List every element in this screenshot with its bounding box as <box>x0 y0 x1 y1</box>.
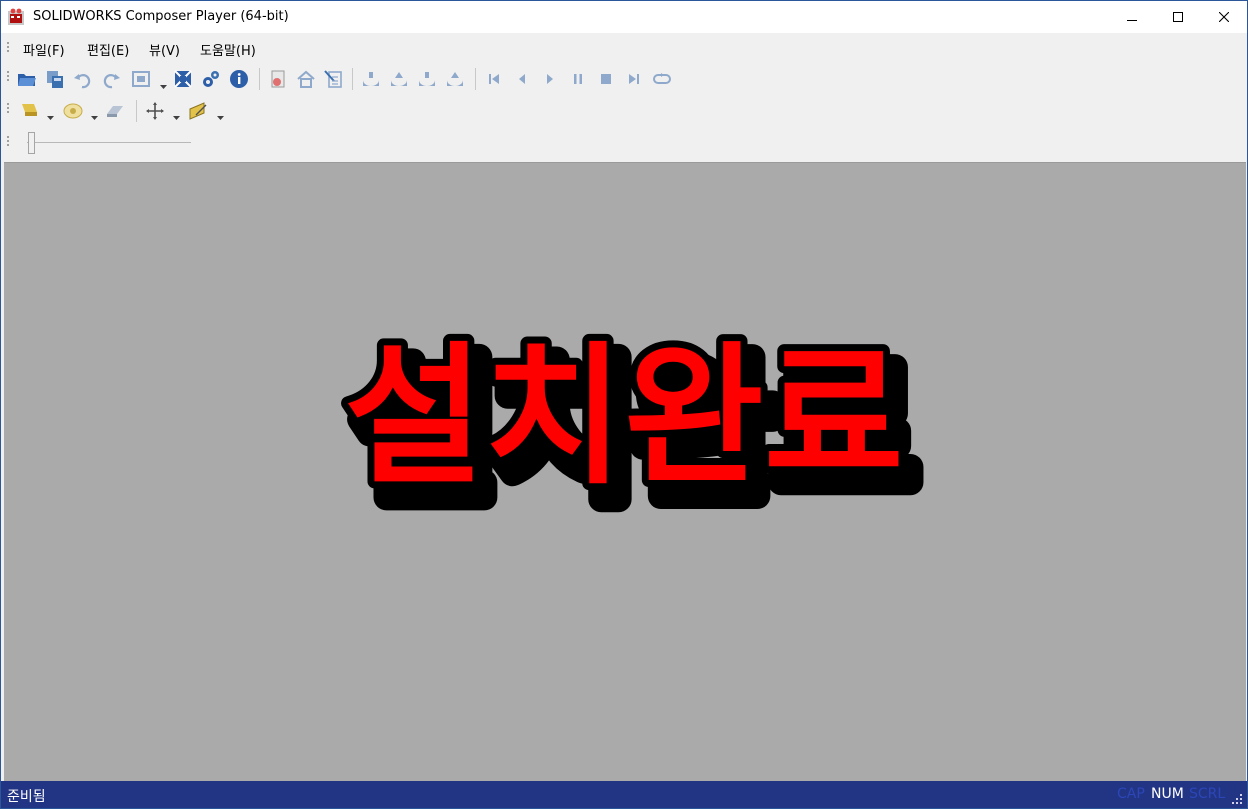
plane-dropdown-arrow[interactable] <box>217 109 224 120</box>
loop-icon[interactable] <box>652 69 672 89</box>
menu-bar: 파일(F) 편집(E) 뷰(V) 도움말(H) <box>1 34 1247 61</box>
eye-view-icon[interactable] <box>63 101 83 121</box>
toolbar-separator <box>475 68 476 90</box>
first-frame-icon[interactable] <box>484 69 504 89</box>
render-icon[interactable] <box>268 69 288 89</box>
pause-icon[interactable] <box>568 69 588 89</box>
grid-icon[interactable] <box>173 69 193 89</box>
plane-icon[interactable] <box>188 101 208 121</box>
menu-help[interactable]: 도움말(H) <box>200 40 256 59</box>
properties-icon[interactable] <box>324 69 344 89</box>
previous-icon[interactable] <box>512 69 532 89</box>
toolbar-separator <box>352 68 353 90</box>
camera-2-icon[interactable] <box>389 69 409 89</box>
light-dropdown-arrow[interactable] <box>47 109 54 120</box>
move-icon[interactable] <box>145 101 165 121</box>
resize-grip-icon[interactable] <box>1231 793 1243 805</box>
move-dropdown-arrow[interactable] <box>173 109 180 120</box>
zoom-fit-icon[interactable] <box>131 69 151 89</box>
main-toolbar <box>1 64 1247 94</box>
scroll-lock-indicator: SCRL <box>1189 786 1226 802</box>
minimize-button[interactable] <box>1109 1 1155 33</box>
save-copy-icon[interactable] <box>45 69 65 89</box>
eraser-icon[interactable] <box>105 101 125 121</box>
title-bar: SOLIDWORKS Composer Player (64-bit) <box>1 1 1247 33</box>
slider-grip[interactable] <box>7 136 10 148</box>
info-icon[interactable] <box>229 69 249 89</box>
secondary-toolbar <box>1 96 1247 126</box>
close-icon <box>1219 12 1229 22</box>
settings-gears-icon[interactable] <box>201 69 221 89</box>
toolbar-grip[interactable] <box>7 103 10 115</box>
zoom-dropdown-arrow[interactable] <box>160 78 167 89</box>
maximize-icon <box>1173 12 1183 22</box>
menu-view[interactable]: 뷰(V) <box>149 40 180 59</box>
camera-3-icon[interactable] <box>417 69 437 89</box>
overlay-text-graphic: 설치완료 설치완료 <box>337 321 928 534</box>
toolbar-separator <box>136 100 137 122</box>
maximize-button[interactable] <box>1155 1 1201 33</box>
timeline-slider-thumb[interactable] <box>28 132 35 154</box>
menu-file[interactable]: 파일(F) <box>23 40 65 59</box>
camera-1-icon[interactable] <box>361 69 381 89</box>
timeline-slider-track[interactable] <box>27 142 191 143</box>
minimize-icon <box>1127 20 1137 21</box>
3d-viewport[interactable]: 설치완료 설치완료 <box>4 162 1246 782</box>
redo-icon[interactable] <box>101 69 121 89</box>
toolbar-grip[interactable] <box>7 71 10 83</box>
close-button[interactable] <box>1201 1 1247 33</box>
menu-grip[interactable] <box>7 42 10 54</box>
toolbar-separator <box>259 68 260 90</box>
eye-dropdown-arrow[interactable] <box>91 109 98 120</box>
home-view-icon[interactable] <box>296 69 316 89</box>
status-text: 준비됨 <box>7 789 46 805</box>
last-frame-icon[interactable] <box>624 69 644 89</box>
status-bar: 준비됨 CAP NUM SCRL <box>1 781 1247 808</box>
open-folder-icon[interactable] <box>17 69 37 89</box>
menu-edit[interactable]: 편집(E) <box>87 40 129 59</box>
composer-app-icon <box>7 8 25 26</box>
play-icon[interactable] <box>540 69 560 89</box>
num-lock-indicator: NUM <box>1151 786 1184 802</box>
undo-icon[interactable] <box>73 69 93 89</box>
window-title: SOLIDWORKS Composer Player (64-bit) <box>33 9 289 24</box>
overlay-text: 설치완료 <box>344 328 903 505</box>
light-icon[interactable] <box>19 100 39 120</box>
stop-icon[interactable] <box>596 69 616 89</box>
app-window: SOLIDWORKS Composer Player (64-bit) 파일(F… <box>0 0 1248 809</box>
caps-lock-indicator: CAP <box>1117 786 1145 802</box>
camera-4-icon[interactable] <box>445 69 465 89</box>
